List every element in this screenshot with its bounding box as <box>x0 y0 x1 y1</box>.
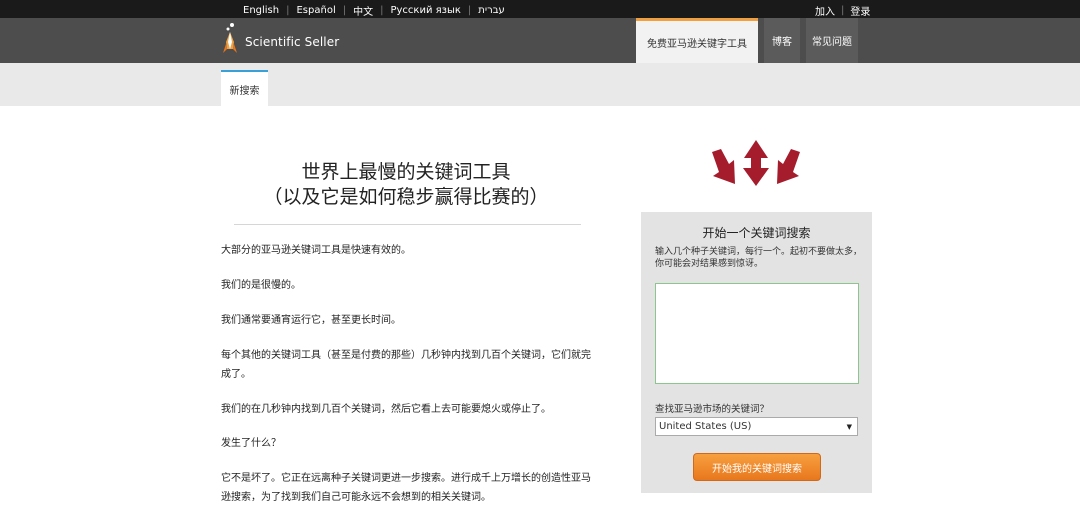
tab-new-search[interactable]: 新搜索 <box>221 70 268 106</box>
article-paragraph: 大部分的亚马逊关键词工具是快速有效的。 <box>221 245 411 256</box>
nav-faq[interactable]: 常见问题 <box>806 18 858 63</box>
join-link[interactable]: 加入 <box>815 3 835 18</box>
page-headline: 世界上最慢的关键词工具 （以及它是如何稳步赢得比赛的） <box>221 160 591 210</box>
language-bar: English | Español | 中文 | Русский язык | … <box>0 0 1080 18</box>
language-chinese[interactable]: 中文 <box>353 3 373 18</box>
headline-divider <box>234 224 581 225</box>
article-paragraph: 我们通常要通宵运行它，甚至更长时间。 <box>221 315 401 326</box>
marketplace-label: 查找亚马逊市场的关键词？ <box>655 404 770 415</box>
marketplace-select[interactable]: United States (US) ▼ <box>655 417 858 436</box>
logo-text: Scientific Seller <box>245 35 340 49</box>
down-arrows-icon <box>709 140 804 194</box>
site-header: Scientific Seller 免费亚马逊关键字工具 博客 常见问题 <box>0 18 1080 63</box>
language-list: English | Español | 中文 | Русский язык | … <box>243 3 505 18</box>
headline-line-2: （以及它是如何稳步赢得比赛的） <box>263 186 549 208</box>
separator: | <box>467 5 472 16</box>
search-panel-hint: 输入几个种子关键词，每行一个。起初不要做太多，你可能会对结果感到惊讶。 <box>655 247 863 269</box>
main-nav: 免费亚马逊关键字工具 博客 常见问题 <box>636 18 864 63</box>
separator: | <box>286 5 290 16</box>
separator: | <box>380 5 384 16</box>
article-paragraph: 我们的在几秒钟内找到几百个关键词，然后它看上去可能要熄火或停止了。 <box>221 404 551 415</box>
language-english[interactable]: English <box>243 5 279 16</box>
seed-keywords-input[interactable] <box>655 283 859 384</box>
rocket-icon <box>221 22 239 60</box>
nav-blog[interactable]: 博客 <box>764 18 800 63</box>
separator: | <box>342 5 347 16</box>
account-links: 加入 | 登录 <box>815 3 870 18</box>
language-russian[interactable]: Русский язык <box>390 5 460 16</box>
start-search-button[interactable]: 开始我的关键词搜索 <box>693 453 821 481</box>
separator: | <box>841 5 845 16</box>
nav-free-keyword-tool[interactable]: 免费亚马逊关键字工具 <box>636 18 758 63</box>
headline-line-1: 世界上最慢的关键词工具 <box>301 161 511 183</box>
site-logo[interactable]: Scientific Seller <box>221 22 339 60</box>
language-spanish[interactable]: Español <box>296 5 335 16</box>
article-paragraph: 每个其他的关键词工具（甚至是付费的那些）几秒钟内找到几百个关键词，它们就完成了。 <box>221 350 591 380</box>
language-hebrew[interactable]: עברית <box>478 5 505 16</box>
marketplace-selected-value: United States (US) <box>659 421 752 432</box>
article-paragraph: 我们的是很慢的。 <box>221 280 301 291</box>
article-paragraph: 发生了什么？ <box>221 438 281 449</box>
keyword-search-panel: 开始一个关键词搜索 输入几个种子关键词，每行一个。起初不要做太多，你可能会对结果… <box>641 212 872 493</box>
search-panel-title: 开始一个关键词搜索 <box>702 226 811 240</box>
sub-navigation: 新搜索 <box>0 63 1080 106</box>
login-link[interactable]: 登录 <box>850 3 870 18</box>
article-paragraph: 它不是坏了。它正在远离种子关键词更进一步搜索。进行成千上万增长的创造性亚马逊搜索… <box>221 473 591 503</box>
dropdown-caret-icon: ▼ <box>846 423 852 431</box>
